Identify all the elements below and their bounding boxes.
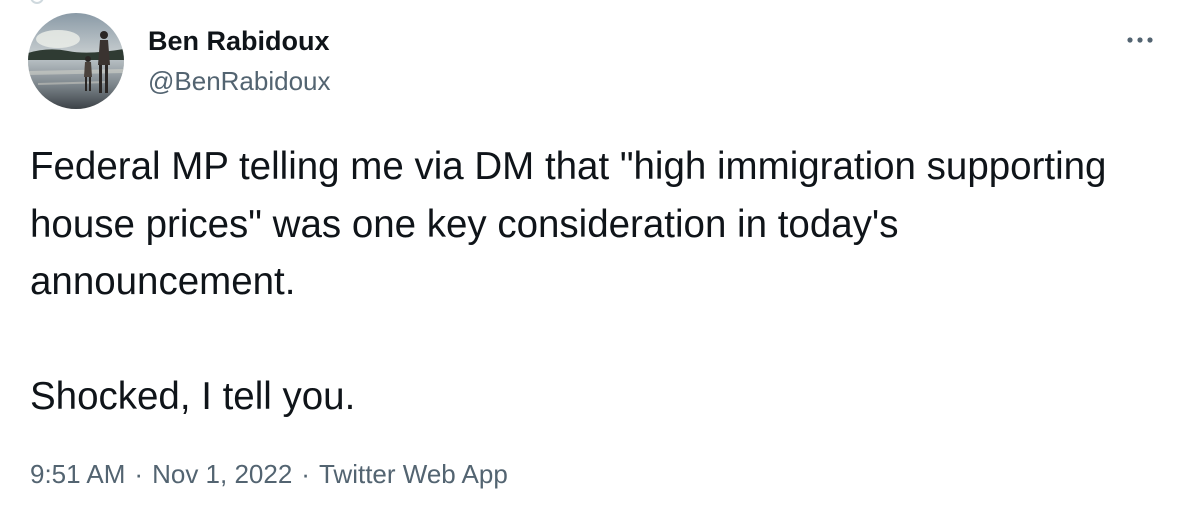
tweet-time[interactable]: 9:51 AM <box>30 459 125 489</box>
tweet-source: Twitter Web App <box>318 459 508 489</box>
more-horizontal-icon <box>1127 37 1153 43</box>
tweet-card: Ben Rabidoux @BenRabidoux Federal MP tel… <box>0 0 1190 514</box>
avatar-photo <box>28 13 124 109</box>
avatar[interactable] <box>28 13 124 109</box>
previous-tweet-avatar-edge <box>30 0 44 4</box>
meta-separator: · <box>134 459 144 489</box>
tweet-paragraph: Federal MP telling me via DM that "high … <box>30 145 1107 303</box>
tweet-date[interactable]: Nov 1, 2022 <box>152 459 292 489</box>
author-handle[interactable]: @BenRabidoux <box>148 64 331 98</box>
more-options-button[interactable] <box>1118 28 1162 52</box>
meta-separator: · <box>301 459 310 489</box>
tweet-paragraph: Shocked, I tell you. <box>30 375 356 418</box>
tweet-text: Federal MP telling me via DM that "high … <box>30 138 1160 426</box>
author-display-name[interactable]: Ben Rabidoux <box>148 24 330 58</box>
tweet-metadata: 9:51 AM · Nov 1, 2022 · Twitter Web App <box>30 455 508 493</box>
